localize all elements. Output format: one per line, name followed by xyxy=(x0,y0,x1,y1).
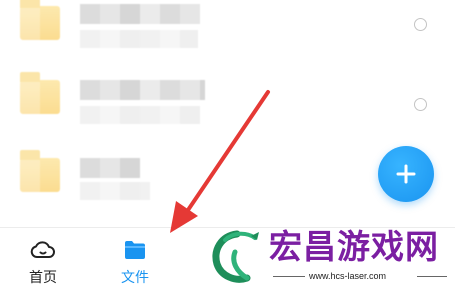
divider xyxy=(273,276,305,277)
redacted-file-meta xyxy=(80,30,198,48)
watermark-title: 宏昌游戏网 xyxy=(269,228,439,265)
divider xyxy=(417,276,447,277)
redacted-file-name xyxy=(80,158,140,178)
nav-item-home[interactable]: 首页 xyxy=(13,236,73,286)
folder-icon xyxy=(20,72,60,114)
redacted-file-meta xyxy=(80,106,200,124)
folder-icon xyxy=(20,0,60,40)
folder-icon xyxy=(20,150,60,192)
file-browser-screen: 首页 文件 宏昌游戏网 www.hcs-laser.com xyxy=(0,0,455,290)
watermark-logo xyxy=(212,230,259,283)
plus-icon xyxy=(396,164,416,184)
redacted-file-meta xyxy=(80,182,150,200)
select-radio[interactable] xyxy=(414,18,427,31)
redacted-file-name xyxy=(80,80,205,100)
cloud-icon xyxy=(29,236,57,264)
redacted-file-name xyxy=(80,4,200,24)
nav-item-files[interactable]: 文件 xyxy=(105,236,165,286)
select-radio[interactable] xyxy=(414,98,427,111)
file-list-item[interactable] xyxy=(0,0,455,72)
nav-label-home: 首页 xyxy=(29,269,57,285)
add-button[interactable] xyxy=(378,146,434,202)
file-list-item[interactable] xyxy=(0,72,455,146)
watermark: 宏昌游戏网 www.hcs-laser.com xyxy=(205,222,455,290)
watermark-url: www.hcs-laser.com xyxy=(309,271,387,281)
folder-icon xyxy=(121,236,149,264)
nav-label-files: 文件 xyxy=(121,269,149,285)
